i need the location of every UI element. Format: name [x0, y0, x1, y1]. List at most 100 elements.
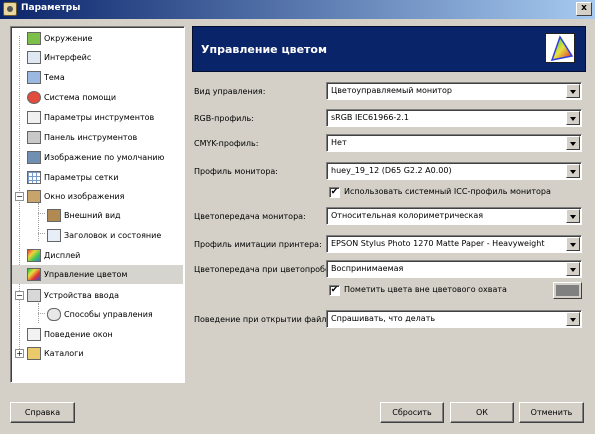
gimp-app-icon [3, 2, 17, 16]
tree-item-theme[interactable]: Тема [27, 68, 182, 87]
tree-item-label: Заголовок и состояние [64, 231, 162, 240]
chevron-down-icon[interactable] [566, 111, 580, 125]
mode-select-value: Цветоуправляемый монитор [331, 86, 452, 95]
open-behavior-select[interactable]: Спрашивать, что делать [326, 310, 582, 328]
gamut-warning-color-swatch [556, 285, 579, 296]
tree-item-interface[interactable]: Интерфейс [27, 48, 182, 67]
tree-item-color-management[interactable]: Управление цветом [12, 265, 183, 284]
tree-item-label: Поведение окон [44, 330, 113, 339]
panel-header: Управление цветом [192, 26, 586, 72]
tool-options-icon [27, 111, 41, 124]
tree-item-default-image[interactable]: Изображение по умолчанию [27, 148, 182, 167]
cmyk-profile-label: CMYK-профиль: [194, 139, 259, 148]
reset-button-label: Сбросить [392, 408, 432, 417]
tree-item-label: Способы управления [64, 310, 153, 319]
simulation-profile-value: EPSON Stylus Photo 1270 Matte Paper - He… [331, 239, 545, 248]
input-controllers-icon [47, 308, 61, 321]
gamut-check-checkbox[interactable]: ✔ Пометить цвета вне цветового охвата [329, 285, 549, 297]
cancel-button[interactable]: Отменить [519, 402, 584, 423]
help-button[interactable]: Справка [10, 402, 75, 423]
chevron-down-icon[interactable] [566, 164, 580, 178]
open-behavior-label: Поведение при открытии файла: [194, 315, 334, 324]
tree-item-window-management[interactable]: Поведение окон [27, 325, 182, 344]
chevron-down-icon[interactable] [566, 237, 580, 251]
reset-button[interactable]: Сбросить [380, 402, 444, 423]
color-gamut-icon [545, 33, 575, 63]
collapse-image-window-expander[interactable]: − [15, 192, 24, 201]
folders-icon [27, 347, 41, 360]
softproof-intent-select[interactable]: Воспринимаемая [326, 260, 582, 278]
cmyk-profile-select[interactable]: Нет [326, 134, 582, 152]
tree-item-label: Интерфейс [44, 53, 92, 62]
color-management-panel: Управление цветом Вид управления: Цветоу… [192, 26, 586, 383]
tree-item-folders[interactable]: Каталоги [27, 344, 182, 363]
tree-item-label: Изображение по умолчанию [44, 153, 165, 162]
window-title: Параметры [21, 3, 81, 13]
monitor-profile-select[interactable]: huey_19_12 (D65 G2.2 A0.00) [326, 162, 582, 180]
expand-folders-expander[interactable]: + [15, 349, 24, 358]
tree-item-image-window[interactable]: Окно изображения [27, 187, 182, 206]
tree-item-label: Панель инструментов [44, 133, 138, 142]
default-image-icon [27, 151, 41, 164]
input-devices-icon [27, 289, 41, 302]
chevron-down-icon[interactable] [566, 209, 580, 223]
tree-item-appearance[interactable]: Внешний вид [47, 206, 182, 225]
tree-item-environment[interactable]: Окружение [27, 29, 182, 48]
tree-item-tool-options[interactable]: Параметры инструментов [27, 108, 182, 127]
chevron-down-icon[interactable] [566, 312, 580, 326]
ok-button[interactable]: ОК [450, 402, 514, 423]
cmyk-profile-value: Нет [331, 138, 347, 147]
monitor-profile-label: Профиль монитора: [194, 167, 278, 176]
chevron-down-icon[interactable] [566, 262, 580, 276]
mode-select[interactable]: Цветоуправляемый монитор [326, 82, 582, 100]
system-profile-checkbox-box[interactable]: ✔ [329, 187, 340, 198]
help-button-label: Справка [24, 408, 61, 417]
open-behavior-value: Спрашивать, что делать [331, 314, 436, 323]
tree-item-input-controllers[interactable]: Способы управления [47, 305, 182, 324]
tree-item-label: Устройства ввода [44, 291, 120, 300]
title-status-icon [47, 229, 61, 242]
rgb-profile-value: sRGB IEC61966-2.1 [331, 113, 410, 122]
ok-button-label: ОК [476, 408, 488, 417]
chevron-down-icon[interactable] [566, 136, 580, 150]
tree-item-display[interactable]: Дисплей [27, 246, 182, 265]
system-profile-checkbox[interactable]: ✔ Использовать системный ICC-профиль мон… [329, 187, 579, 199]
cancel-button-label: Отменить [530, 408, 573, 417]
grid-icon [27, 171, 41, 184]
tree-item-label: Каталоги [44, 349, 84, 358]
rgb-profile-select[interactable]: sRGB IEC61966-2.1 [326, 109, 582, 127]
tree-item-grid[interactable]: Параметры сетки [27, 168, 182, 187]
help-system-icon [27, 91, 41, 104]
tree-item-label: Управление цветом [44, 270, 128, 279]
tree-item-label: Тема [44, 73, 65, 82]
tree-item-help-system[interactable]: Система помощи [27, 88, 182, 107]
tree-item-label: Параметры сетки [44, 173, 119, 182]
tree-item-toolbox[interactable]: Панель инструментов [27, 128, 182, 147]
tree-item-label: Внешний вид [64, 211, 121, 220]
rgb-profile-label: RGB-профиль: [194, 114, 254, 123]
simulation-profile-select[interactable]: EPSON Stylus Photo 1270 Matte Paper - He… [326, 235, 582, 253]
environment-icon [27, 32, 41, 45]
collapse-input-devices-expander[interactable]: − [15, 291, 24, 300]
mode-label: Вид управления: [194, 87, 266, 96]
gamut-check-checkbox-box[interactable]: ✔ [329, 285, 340, 296]
tree-item-label: Окно изображения [44, 192, 125, 201]
tree-item-label: Дисплей [44, 251, 81, 260]
window-management-icon [27, 328, 41, 341]
monitor-profile-value: huey_19_12 (D65 G2.2 A0.00) [331, 166, 452, 175]
title-bar: Параметры x [0, 0, 595, 19]
display-icon [27, 249, 41, 262]
simulation-profile-label: Профиль имитации принтера: [194, 240, 322, 249]
display-intent-select[interactable]: Относительная колориметрическая [326, 207, 582, 225]
preferences-category-tree[interactable]: Окружение Интерфейс Тема Система помощи … [10, 26, 185, 383]
tree-item-title-status[interactable]: Заголовок и состояние [47, 226, 182, 245]
chevron-down-icon[interactable] [566, 84, 580, 98]
gamut-warning-color-button[interactable] [553, 282, 582, 299]
close-button[interactable]: x [576, 2, 592, 16]
toolbox-icon [27, 131, 41, 144]
tree-item-input-devices[interactable]: Устройства ввода [27, 286, 182, 305]
panel-title: Управление цветом [201, 43, 327, 56]
tree-item-label: Параметры инструментов [44, 113, 155, 122]
gamut-check-checkbox-label: Пометить цвета вне цветового охвата [344, 285, 507, 294]
tree-item-label: Система помощи [44, 93, 117, 102]
